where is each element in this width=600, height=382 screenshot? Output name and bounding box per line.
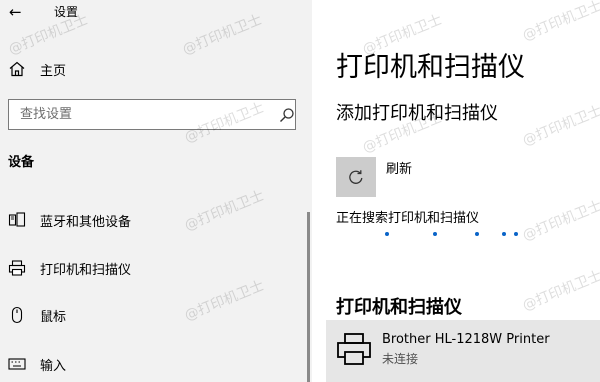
printer-list-item[interactable]: Brother HL-1218W Printer 未连接 [326, 320, 600, 382]
sidebar-item-label: 蓝牙和其他设备 [40, 214, 132, 230]
home-icon [9, 61, 25, 77]
mouse-icon [11, 306, 23, 324]
printer-icon [8, 260, 26, 276]
sidebar-item-label: 鼠标 [40, 309, 67, 325]
section-label-devices: 设备 [8, 155, 35, 170]
refresh-button[interactable] [336, 157, 376, 197]
add-printers-heading: 添加打印机和扫描仪 [336, 103, 498, 124]
sidebar: ← 设置 主页 设备 蓝牙和其他设备 打印机和扫描仪 [0, 0, 312, 382]
sidebar-item-input[interactable]: 输入 [8, 351, 298, 377]
printer-icon [337, 333, 371, 365]
search-icon[interactable] [279, 107, 295, 123]
sidebar-item-mouse[interactable]: 鼠标 [8, 302, 298, 328]
printer-name: Brother HL-1218W Printer [382, 332, 550, 347]
keyboard-icon [8, 358, 26, 370]
sidebar-scrollbar[interactable] [307, 212, 310, 382]
main-panel: 打印机和扫描仪 添加打印机和扫描仪 刷新 正在搜索打印机和扫描仪 打印机和扫描仪… [312, 0, 600, 382]
bluetooth-devices-icon [8, 212, 26, 227]
progress-dot [385, 232, 389, 236]
sidebar-item-label: 打印机和扫描仪 [40, 262, 132, 278]
sidebar-item-printers[interactable]: 打印机和扫描仪 [8, 255, 298, 281]
app-title: 设置 [54, 5, 79, 19]
sidebar-item-bluetooth[interactable]: 蓝牙和其他设备 [8, 207, 298, 233]
printer-status: 未连接 [382, 352, 419, 366]
progress-dots [312, 232, 600, 242]
page-title: 打印机和扫描仪 [336, 52, 525, 83]
progress-dot [475, 232, 479, 236]
search-input[interactable] [20, 105, 260, 124]
printers-list-heading: 打印机和扫描仪 [336, 297, 462, 318]
refresh-label[interactable]: 刷新 [386, 158, 412, 177]
progress-dot [514, 232, 518, 236]
refresh-icon [349, 170, 363, 184]
search-box [8, 99, 296, 130]
nav-home[interactable]: 主页 [8, 58, 66, 80]
sidebar-item-label: 输入 [40, 358, 67, 374]
nav-home-label: 主页 [40, 63, 67, 79]
back-button[interactable]: ← [9, 2, 27, 22]
progress-dot [433, 232, 437, 236]
search-status-text: 正在搜索打印机和扫描仪 [336, 211, 480, 226]
progress-dot [502, 232, 506, 236]
